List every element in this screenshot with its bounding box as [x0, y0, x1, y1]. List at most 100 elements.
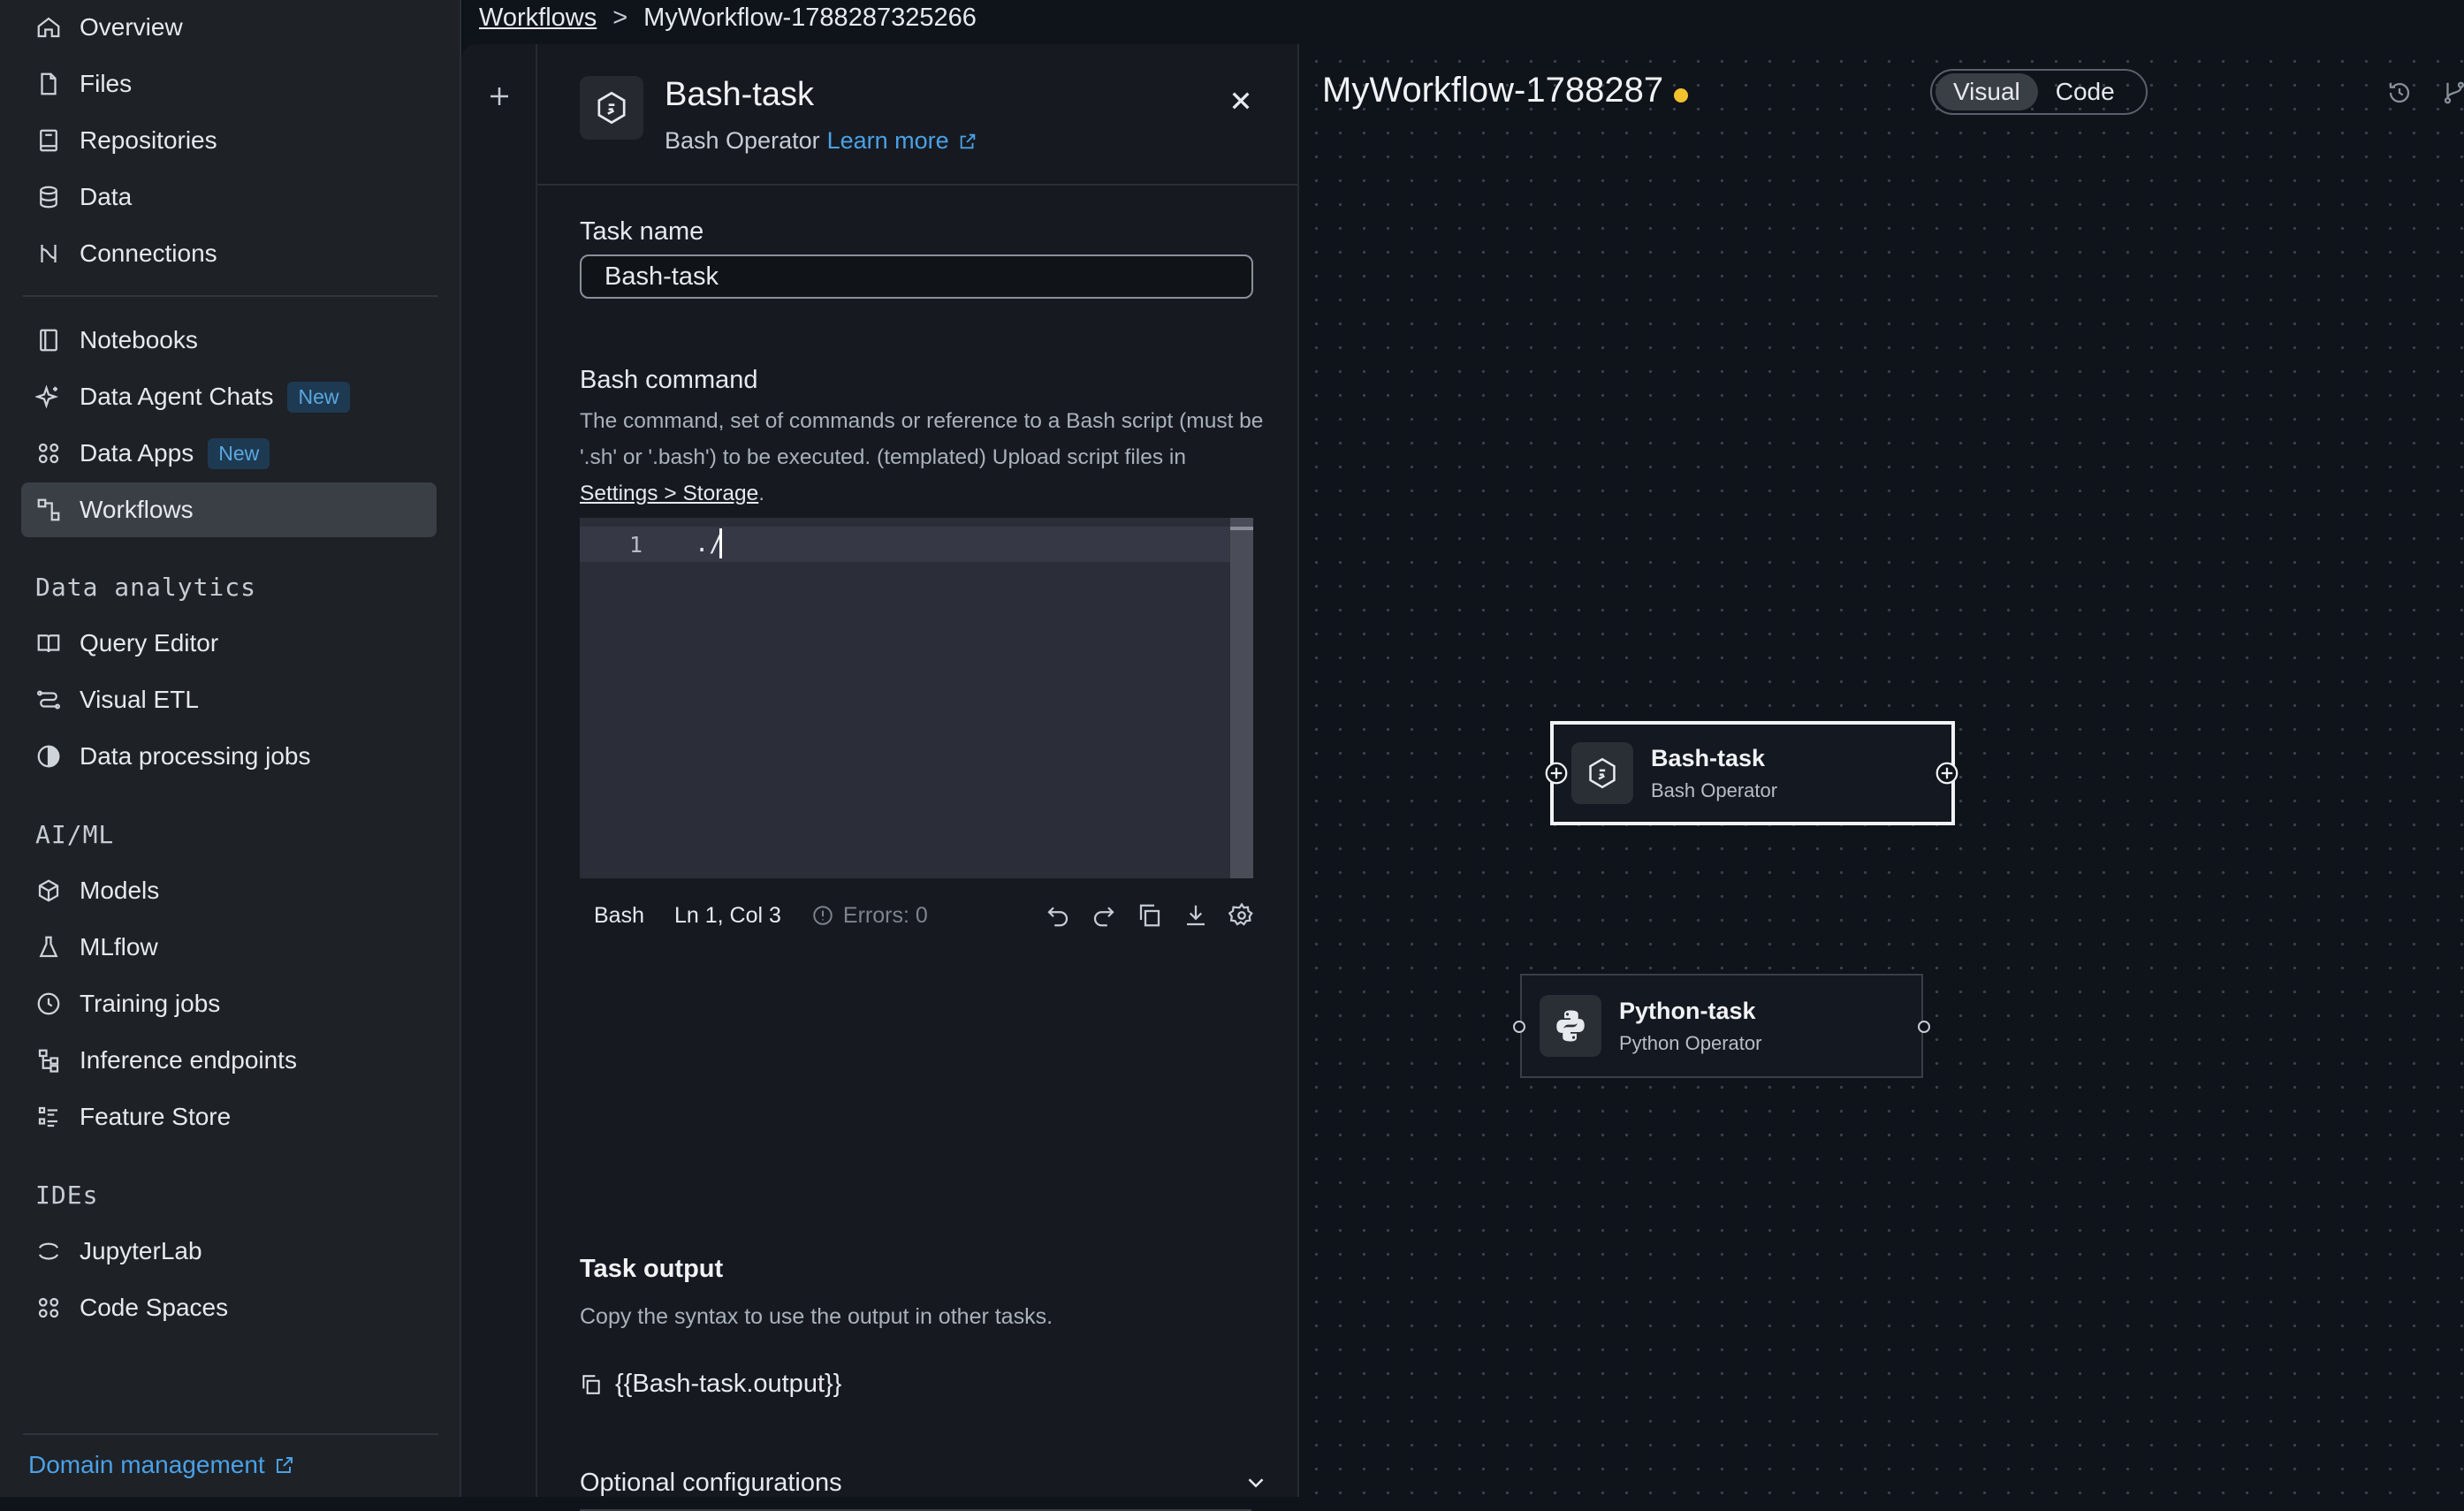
book-icon	[37, 634, 60, 653]
panel-subtitle: Bash Operator Learn more	[665, 127, 977, 155]
sidebar-item-connections[interactable]: Connections	[21, 226, 437, 281]
add-downstream-icon[interactable]	[1934, 760, 1960, 786]
sidebar-divider	[23, 295, 438, 297]
domain-management-link[interactable]: Domain management	[28, 1451, 295, 1479]
node-operator-type: Bash Operator	[1651, 778, 1778, 801]
sidebar-item-label: Notebooks	[80, 326, 198, 353]
workflow-node-python-task[interactable]: Python-task Python Operator	[1520, 974, 1923, 1078]
sidebar-item-label: Data Apps	[80, 439, 194, 467]
node-name: Python-task	[1619, 997, 1756, 1024]
sidebar-item-files[interactable]: Files	[21, 57, 437, 111]
sidebar-item-models[interactable]: Models	[21, 863, 437, 918]
optional-configurations-label: Optional configurations	[580, 1468, 842, 1497]
sidebar-divider	[23, 1433, 438, 1435]
cursor-position: Ln 1, Col 3	[673, 902, 781, 928]
node-operator-type: Python Operator	[1619, 1031, 1762, 1054]
sparkle-icon	[35, 384, 59, 409]
bash-operator-icon	[580, 76, 643, 140]
code-view-button[interactable]: Code	[2038, 73, 2133, 110]
history-icon[interactable]	[2386, 80, 2413, 106]
section-heading-ai-ml: AI/ML	[35, 820, 115, 849]
input-port[interactable]	[1513, 1021, 1525, 1033]
close-icon[interactable]	[1223, 83, 1259, 118]
active-line-highlight	[580, 527, 1230, 562]
settings-storage-link[interactable]: Settings > Storage	[580, 482, 758, 505]
output-syntax-copy[interactable]: {{Bash-task.output}}	[580, 1370, 841, 1399]
copy-icon[interactable]	[580, 1373, 603, 1396]
sidebar-item-data-apps[interactable]: Data Apps New	[21, 426, 437, 481]
apps-grid-icon	[38, 443, 59, 464]
new-badge: New	[208, 437, 270, 469]
file-icon	[41, 72, 57, 95]
learn-more-label: Learn more	[826, 127, 949, 154]
sidebar-item-overview[interactable]: Overview	[21, 0, 437, 55]
sidebar-item-label: Repositories	[80, 126, 217, 154]
sidebar-item-code-spaces[interactable]: Code Spaces	[21, 1280, 437, 1335]
sidebar-item-data-processing-jobs[interactable]: Data processing jobs	[21, 729, 437, 784]
section-heading-ides: IDEs	[35, 1181, 99, 1210]
breadcrumb-separator: >	[612, 3, 628, 32]
learn-more-link[interactable]: Learn more	[827, 127, 977, 155]
sidebar-item-notebooks[interactable]: Notebooks	[21, 313, 437, 368]
editor-scrollbar[interactable]	[1230, 518, 1253, 878]
copy-icon[interactable]	[1137, 902, 1163, 929]
sidebar-item-data[interactable]: Data	[21, 170, 437, 224]
scrollbar-thumb[interactable]	[1230, 527, 1253, 530]
workflow-node-bash-task[interactable]: Bash-task Bash Operator	[1550, 721, 1955, 825]
home-icon	[37, 17, 60, 38]
output-port[interactable]	[1918, 1021, 1930, 1033]
sidebar-item-mlflow[interactable]: MLflow	[21, 920, 437, 975]
bash-code-editor[interactable]: 1 ./	[580, 518, 1253, 878]
info-circle-icon	[813, 906, 833, 925]
sidebar-item-label: JupyterLab	[80, 1237, 202, 1264]
output-syntax: {{Bash-task.output}}	[615, 1370, 842, 1398]
apps-grid-icon	[38, 1297, 59, 1318]
undo-icon[interactable]	[1045, 902, 1071, 929]
sidebar-item-inference-endpoints[interactable]: Inference endpoints	[21, 1033, 437, 1088]
add-upstream-icon[interactable]	[1543, 760, 1570, 786]
redo-icon[interactable]	[1091, 902, 1117, 929]
view-toggle: Visual Code	[1930, 69, 2148, 115]
sidebar-item-label: MLflow	[80, 933, 158, 961]
settings-gear-icon[interactable]	[1228, 902, 1255, 929]
external-link-icon	[276, 1457, 293, 1473]
node-name: Bash-task	[1651, 744, 1766, 771]
sidebar-item-label: Files	[80, 70, 133, 97]
workflow-icon	[37, 498, 60, 521]
breadcrumb-workflows-link[interactable]: Workflows	[479, 4, 597, 33]
sidebar-item-label: Data	[80, 183, 133, 210]
sidebar-item-label: Models	[80, 877, 160, 904]
branch-icon[interactable]	[2441, 80, 2464, 106]
section-heading-data-analytics: Data analytics	[35, 573, 257, 602]
clock-icon	[37, 992, 60, 1015]
errors-label: Errors: 0	[842, 902, 928, 928]
bash-command-description: The command, set of commands or referenc…	[580, 409, 1264, 505]
sidebar-item-workflows[interactable]: Workflows	[21, 482, 437, 537]
sidebar-item-jupyterlab[interactable]: JupyterLab	[21, 1224, 437, 1279]
add-task-icon[interactable]	[486, 83, 513, 110]
optional-configurations-toggle[interactable]: Optional configurations	[580, 1456, 1264, 1511]
download-icon[interactable]	[1183, 902, 1209, 929]
flask-icon	[39, 936, 58, 958]
sidebar-item-label: Data Agent Chats	[80, 383, 274, 410]
new-badge: New	[287, 381, 350, 413]
sidebar-item-label: Visual ETL	[80, 686, 199, 713]
task-config-panel: Bash-task Bash Operator Learn more Task …	[537, 44, 1299, 1511]
visual-view-button[interactable]: Visual	[1935, 73, 2038, 110]
notebook-icon	[40, 329, 57, 352]
sidebar-item-repositories[interactable]: Repositories	[21, 113, 437, 168]
sidebar: Overview Files Repositories Data Connect…	[0, 0, 461, 1497]
sidebar-item-training-jobs[interactable]: Training jobs	[21, 976, 437, 1031]
breadcrumb: Workflows > MyWorkflow-1788287325266	[479, 0, 977, 35]
editor-language: Bash	[594, 902, 644, 928]
workflow-canvas[interactable]: MyWorkflow-1788287 Visual Code Bash-task…	[1299, 44, 2464, 1497]
unsaved-indicator	[1674, 87, 1689, 103]
sidebar-item-data-agent-chats[interactable]: Data Agent Chats New	[21, 369, 437, 424]
sidebar-item-visual-etl[interactable]: Visual ETL	[21, 672, 437, 727]
etl-icon	[37, 690, 60, 710]
repository-icon	[40, 129, 57, 152]
task-name-input[interactable]: Bash-task	[580, 254, 1253, 299]
domain-management-label: Domain management	[28, 1451, 265, 1478]
sidebar-item-feature-store[interactable]: Feature Store	[21, 1090, 437, 1144]
sidebar-item-query-editor[interactable]: Query Editor	[21, 616, 437, 671]
